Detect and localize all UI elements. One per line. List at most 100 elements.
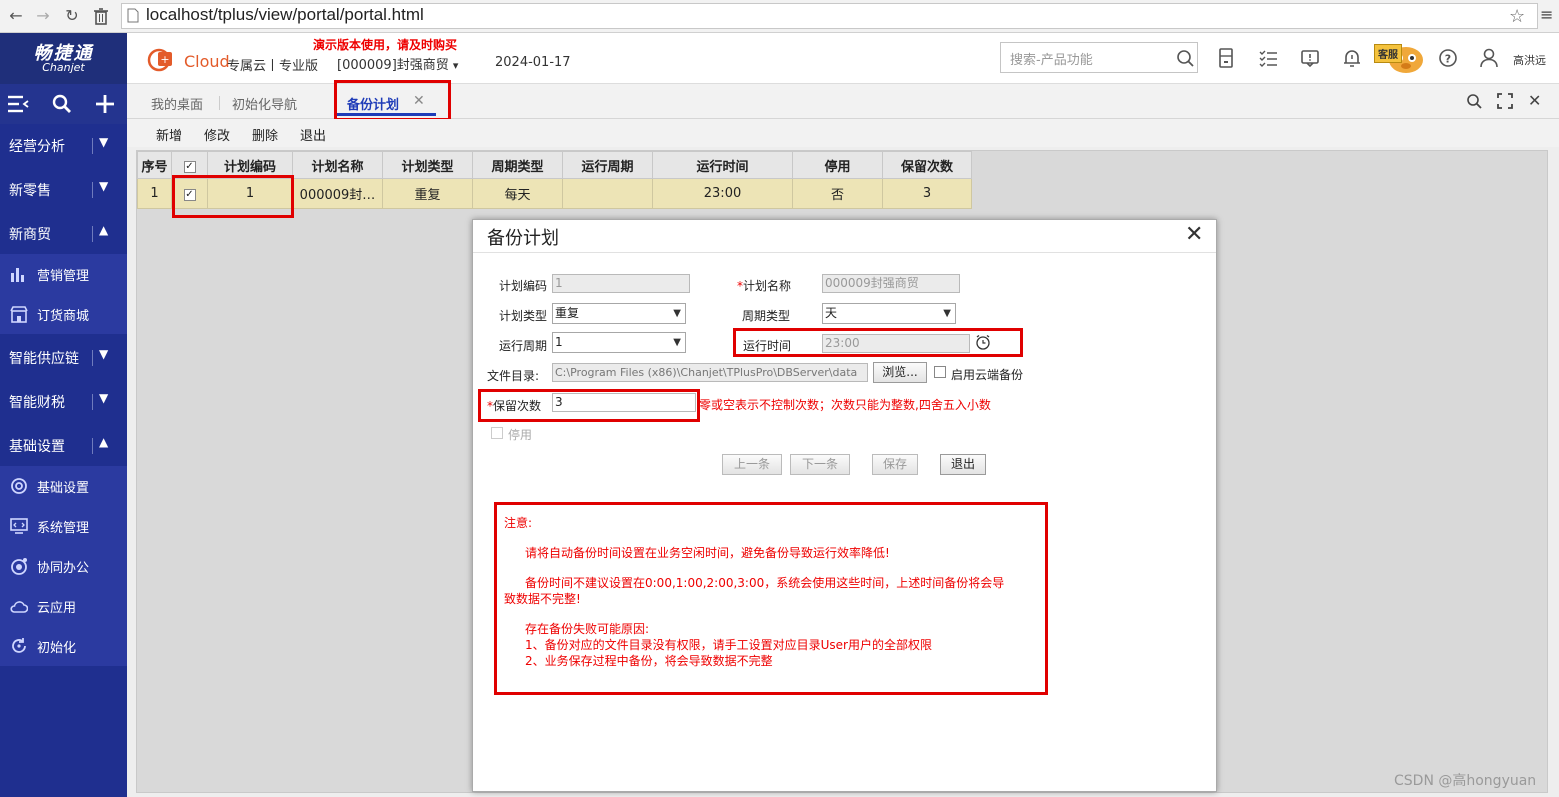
zoom-icon[interactable]: [1466, 93, 1482, 109]
help-icon[interactable]: ?: [1438, 47, 1460, 69]
sidebar-item-shop[interactable]: 订货商城: [0, 294, 127, 334]
column-header-keep[interactable]: 保留次数: [882, 151, 972, 179]
browse-button[interactable]: 浏览...: [873, 362, 927, 383]
url-text: localhost/tplus/view/portal/portal.html: [146, 5, 424, 24]
collab-icon: [10, 557, 28, 575]
toolbar: [127, 119, 1559, 147]
divider: [92, 182, 93, 198]
forward-arrow-icon[interactable]: →: [33, 6, 53, 26]
trash-icon[interactable]: [91, 6, 111, 26]
note-line: 致数据不完整!: [504, 592, 581, 606]
plus-icon[interactable]: [95, 94, 115, 114]
column-header-type[interactable]: 计划类型: [382, 151, 473, 179]
chanjet-logo: 畅捷通 Chanjet: [0, 33, 127, 84]
tab-init-nav[interactable]: 初始化导航: [232, 94, 297, 113]
search-icon[interactable]: [1176, 49, 1194, 67]
collapse-menu-icon[interactable]: [7, 95, 29, 113]
back-arrow-icon[interactable]: ←: [6, 6, 26, 26]
chevron-down-icon: ▼: [99, 179, 109, 193]
sidebar-item-basic-settings[interactable]: 基础设置: [0, 466, 127, 506]
cell-disabled: 否: [792, 178, 883, 209]
close-icon[interactable]: ✕: [1185, 224, 1203, 246]
monitor-code-icon: [10, 517, 28, 535]
calculator-icon[interactable]: [1216, 47, 1238, 69]
sidebar-group-label: 新商贸: [9, 227, 51, 243]
sidebar-group-finance[interactable]: 智能财税 ▼: [0, 380, 127, 424]
sidebar-group-basic[interactable]: 基础设置 ▲: [0, 424, 127, 468]
bell-icon[interactable]: [1342, 47, 1364, 69]
sidebar-item-label: 基础设置: [37, 481, 90, 496]
chevron-down-icon: ▼: [673, 337, 681, 348]
plan-type-select[interactable]: 重复 ▼: [552, 303, 686, 324]
cloud-backup-checkbox[interactable]: [934, 366, 946, 378]
service-badge[interactable]: 客服: [1374, 44, 1402, 63]
cycle-type-label: 周期类型: [742, 309, 791, 323]
add-button[interactable]: 新增: [156, 125, 182, 144]
tplus-logo-icon: +: [146, 46, 182, 72]
brand-name: Cloud: [184, 52, 230, 71]
svg-text:?: ?: [1445, 53, 1451, 66]
column-header-cycle-type[interactable]: 周期类型: [472, 151, 563, 179]
column-header-name[interactable]: 计划名称: [292, 151, 383, 179]
chevron-down-icon: ▼: [673, 308, 681, 319]
cell-keep: 3: [882, 178, 972, 209]
sidebar-item-collab[interactable]: 协同办公: [0, 546, 127, 586]
fullscreen-icon[interactable]: [1497, 93, 1513, 109]
cycle-type-select[interactable]: 天 ▼: [822, 303, 956, 324]
company-name: [000009]封强商贸: [337, 58, 449, 73]
cloud-backup-label: 启用云端备份: [951, 368, 1024, 382]
sidebar-search-icon[interactable]: [52, 94, 72, 114]
business-date: 2024-01-17: [495, 55, 571, 70]
sidebar-group-retail[interactable]: 新零售 ▼: [0, 168, 127, 212]
user-icon[interactable]: [1479, 47, 1501, 69]
file-dir-input[interactable]: C:\Program Files (x86)\Chanjet\TPlusPro\…: [552, 363, 868, 382]
run-cycle-select[interactable]: 1 ▼: [552, 332, 686, 353]
note-line: 备份时间不建议设置在0:00,1:00,2:00,3:00，系统会使用这些时间，…: [525, 576, 1005, 590]
column-header-run-cycle[interactable]: 运行周期: [562, 151, 653, 179]
disabled-checkbox[interactable]: [491, 427, 503, 439]
message-icon[interactable]: [1300, 47, 1322, 69]
sidebar-group-supply[interactable]: 智能供应链 ▼: [0, 336, 127, 380]
company-selector[interactable]: [000009]封强商贸 ▾: [337, 54, 458, 73]
highlight-box: [478, 389, 700, 422]
divider: [92, 350, 93, 366]
save-button[interactable]: 保存: [872, 454, 918, 475]
plan-code-input[interactable]: 1: [552, 274, 690, 293]
edit-button[interactable]: 修改: [204, 125, 230, 144]
sidebar-item-init[interactable]: 初始化: [0, 626, 127, 666]
cell-cycle-type: 每天: [472, 178, 563, 209]
close-all-icon[interactable]: ✕: [1528, 91, 1541, 110]
exit-dialog-button[interactable]: 退出: [940, 454, 986, 475]
sidebar-group-label: 智能供应链: [9, 351, 79, 367]
star-icon[interactable]: ☆: [1509, 6, 1525, 27]
reload-icon[interactable]: ↻: [62, 6, 82, 26]
user-name[interactable]: 高洪远: [1513, 52, 1546, 68]
delete-button[interactable]: 删除: [252, 125, 278, 144]
sidebar-item-system[interactable]: 系统管理: [0, 506, 127, 546]
column-header-disabled[interactable]: 停用: [792, 151, 883, 179]
column-header-run-time[interactable]: 运行时间: [652, 151, 793, 179]
shop-icon: [10, 305, 28, 323]
chevron-down-icon: ▼: [99, 135, 109, 149]
menu-icon[interactable]: ≡: [1540, 5, 1553, 24]
sidebar-item-cloud[interactable]: 云应用: [0, 586, 127, 626]
dialog-title: 备份计划: [487, 228, 559, 249]
bar-chart-icon: [10, 265, 28, 283]
exit-button[interactable]: 退出: [300, 125, 326, 144]
search-placeholder: 搜索-产品功能: [1010, 53, 1093, 68]
prev-button[interactable]: 上一条: [722, 454, 782, 475]
cloud-icon: [10, 597, 28, 615]
task-list-icon[interactable]: [1258, 47, 1280, 69]
next-button[interactable]: 下一条: [790, 454, 850, 475]
note-title: 注意:: [504, 516, 533, 530]
plan-name-input[interactable]: 000009封强商贸: [822, 274, 960, 293]
disabled-label: 停用: [508, 428, 533, 442]
cell-type: 重复: [382, 178, 473, 209]
sidebar-group-trade[interactable]: 新商贸 ▲: [0, 212, 127, 256]
keep-count-hint: 零或空表示不控制次数；次数只能为整数,四舍五入小数: [699, 398, 991, 412]
tab-desktop[interactable]: 我的桌面: [151, 94, 203, 113]
sidebar-item-marketing[interactable]: 营销管理: [0, 254, 127, 294]
sidebar-group-analysis[interactable]: 经营分析 ▼: [0, 124, 127, 168]
chevron-down-icon: ▼: [99, 391, 109, 405]
run-cycle-label: 运行周期: [499, 339, 548, 353]
